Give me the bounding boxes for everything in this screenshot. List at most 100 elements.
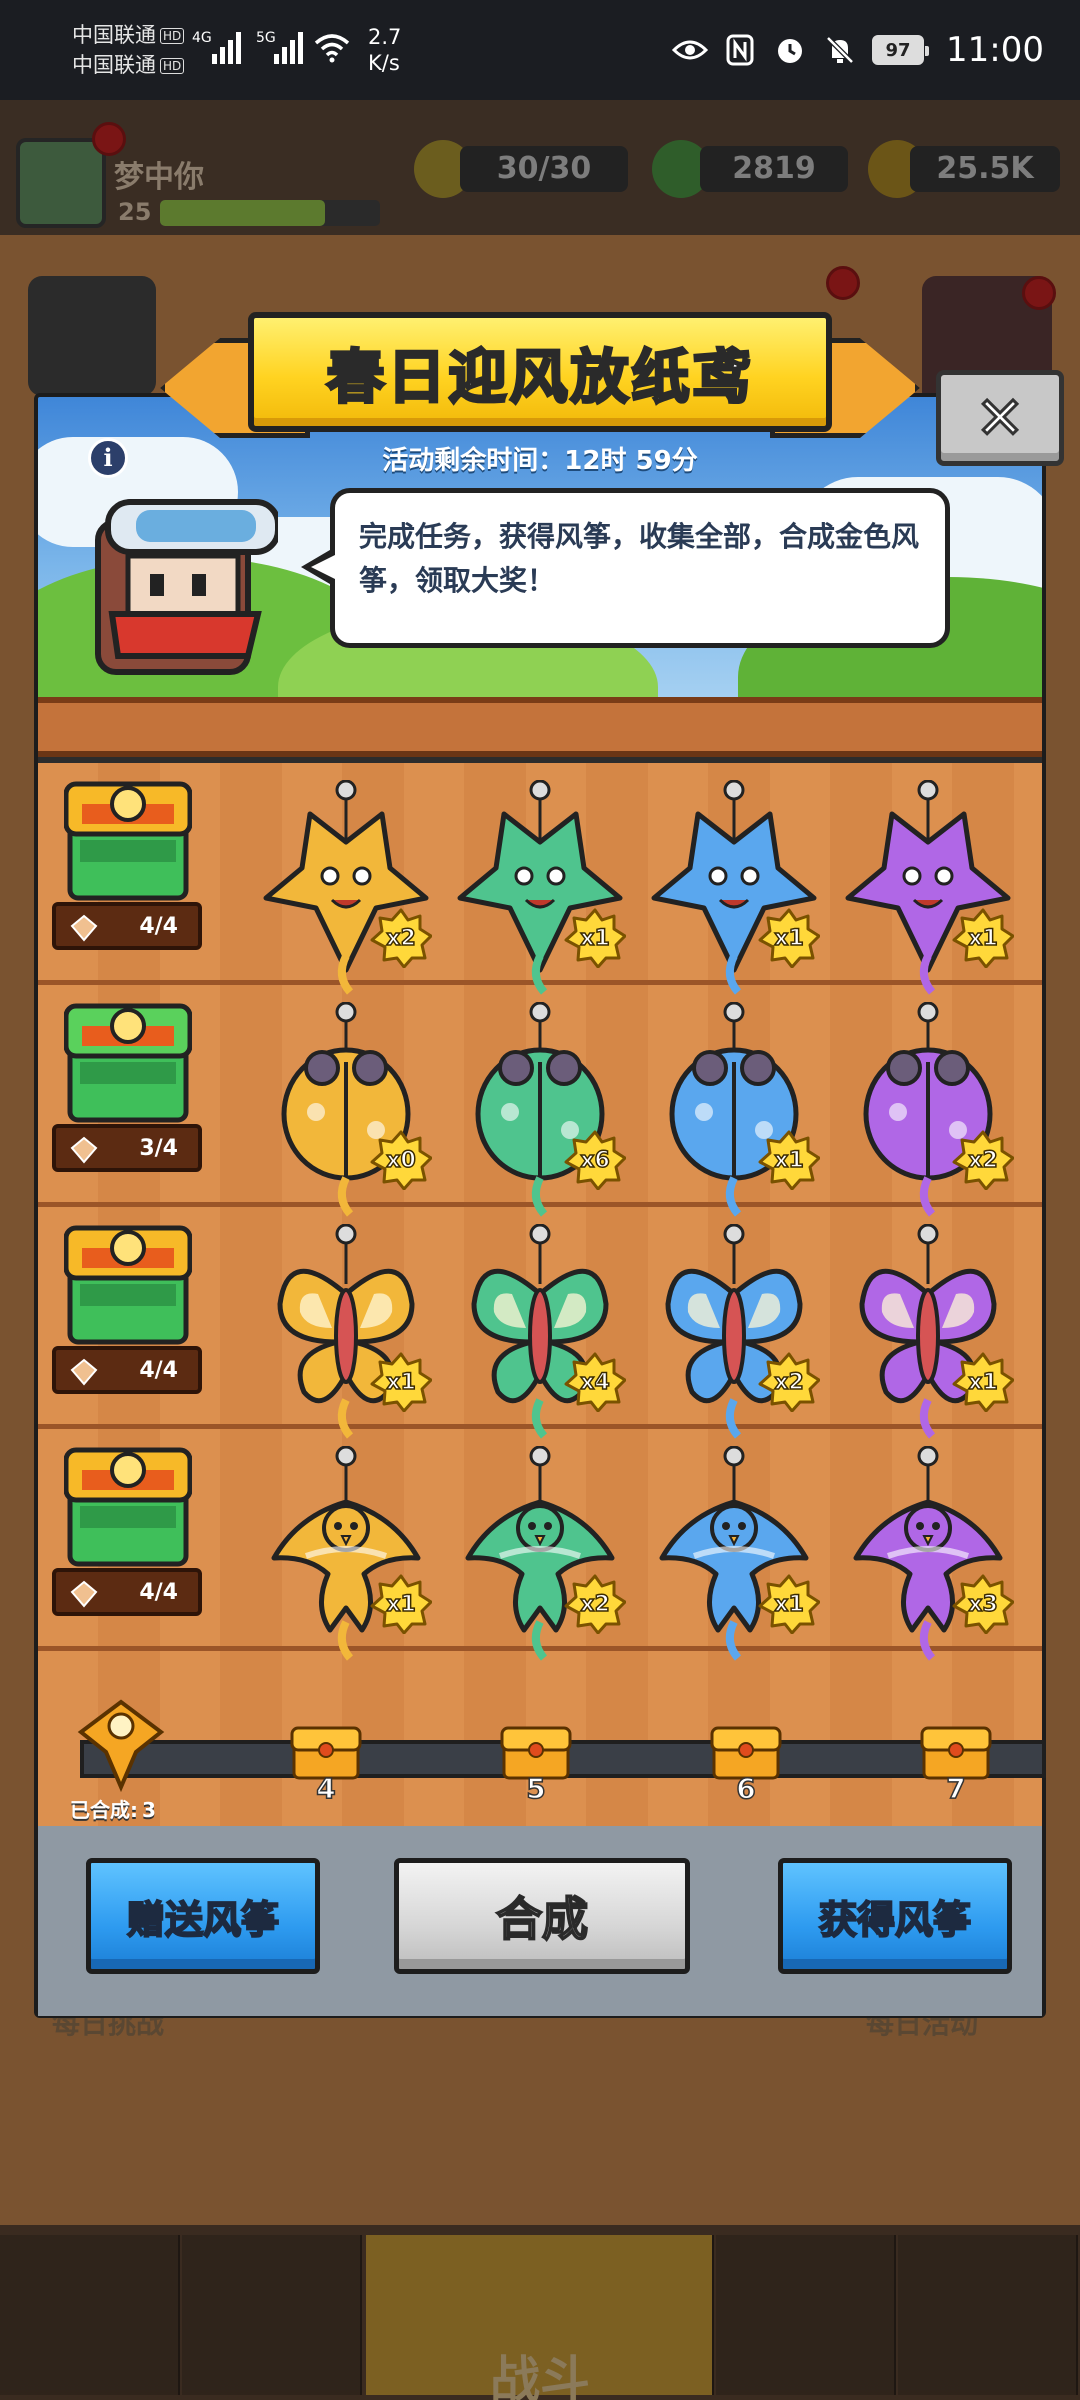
milestone-chest[interactable]: 5 [498, 1722, 574, 1806]
menu-icon [28, 276, 156, 396]
combine-button[interactable]: 合成 [394, 1858, 690, 1974]
nfc-icon [722, 32, 758, 68]
milestone-number: 5 [526, 1771, 547, 1806]
treasure-chest-icon [64, 1225, 192, 1345]
gold-counter: 25.5K [910, 146, 1060, 192]
kite-card[interactable]: x3 [840, 1446, 1016, 1661]
kite-count-badge: x4 [564, 1352, 626, 1412]
milestone-number: 7 [946, 1771, 967, 1806]
player-name: 梦中你 [114, 160, 204, 195]
row-progress-value: 4/4 [139, 1579, 178, 1605]
kite-card[interactable]: x2 [840, 1002, 1016, 1217]
player-avatar [16, 138, 106, 228]
row-reward-chest[interactable]: 4/4 [52, 1440, 202, 1626]
milestone-number: 6 [736, 1771, 757, 1806]
kite-count-badge: x1 [758, 1130, 820, 1190]
carrier-1: 中国联通 HD [72, 22, 185, 49]
hero-character [88, 486, 281, 696]
row-reward-chest[interactable]: 3/4 [52, 996, 202, 1182]
kite-count-badge: x1 [758, 1574, 820, 1634]
mute-bell-icon [822, 32, 858, 68]
notification-dot [826, 266, 860, 300]
kite-count-badge: x1 [564, 908, 626, 968]
signal-icon-2 [274, 30, 303, 64]
kite-count-badge: x3 [952, 1574, 1014, 1634]
close-button[interactable]: ✕ [936, 370, 1064, 466]
notification-dot [1022, 276, 1056, 310]
alarm-icon [772, 32, 808, 68]
nav-tab-shop [0, 2235, 180, 2395]
kite-card[interactable]: x1 [452, 780, 628, 995]
kite-card[interactable]: x1 [258, 1446, 434, 1661]
kite-mini-icon [70, 1580, 98, 1608]
kite-count-badge: x1 [758, 908, 820, 968]
xp-bar [160, 200, 380, 226]
row-reward-chest[interactable]: 4/4 [52, 774, 202, 960]
treasure-chest-icon [64, 1003, 192, 1123]
event-title-banner: 春日迎风放纸鸢 [160, 312, 920, 446]
treasure-chest-icon [64, 1447, 192, 1567]
wifi-icon [314, 30, 350, 66]
kite-count-badge: x2 [758, 1352, 820, 1412]
notification-dot [92, 122, 126, 156]
nav-fight-label: 战斗 [490, 2351, 590, 2400]
info-button[interactable]: i [88, 438, 128, 478]
combined-count-label: 已合成: 3 [70, 1798, 156, 1822]
row-progress-value: 4/4 [139, 1357, 178, 1383]
kite-count-badge: x1 [952, 908, 1014, 968]
kite-count-badge: x1 [952, 1352, 1014, 1412]
eye-icon [672, 32, 709, 68]
golden-kite-icon [66, 1692, 176, 1796]
kite-count-badge: x6 [564, 1130, 626, 1190]
player-level: 25 [118, 198, 152, 226]
kite-count-badge: x2 [952, 1130, 1014, 1190]
milestone-chest[interactable]: 6 [708, 1722, 784, 1806]
kite-count-badge: x2 [370, 908, 432, 968]
milestone-chest[interactable]: 7 [918, 1722, 994, 1806]
row-progress-tag: 4/4 [52, 902, 202, 950]
battery-indicator: 97 [872, 35, 930, 65]
nav-tab-upgrades [898, 2235, 1078, 2395]
instruction-speech-bubble: 完成任务，获得风筝，收集全部，合成金色风筝，领取大奖！ [330, 488, 950, 648]
network-type-1: 4G [192, 30, 212, 46]
kite-card[interactable]: x4 [452, 1224, 628, 1439]
kite-mini-icon [70, 1358, 98, 1386]
wooden-shelf [38, 697, 1042, 757]
kite-count-badge: x1 [370, 1352, 432, 1412]
nav-tab-skills [716, 2235, 896, 2395]
nav-tab-weapons [182, 2235, 362, 2395]
carrier-2: 中国联通 HD [72, 52, 185, 79]
kite-card[interactable]: x1 [840, 780, 1016, 995]
gem-counter: 2819 [700, 146, 848, 192]
kite-card[interactable]: x2 [452, 1446, 628, 1661]
close-icon: ✕ [974, 384, 1026, 452]
row-progress-value: 3/4 [139, 1135, 178, 1161]
kite-card[interactable]: x1 [646, 780, 822, 995]
kite-card[interactable]: x6 [452, 1002, 628, 1217]
energy-counter: 30/30 [460, 146, 628, 192]
kite-card[interactable]: x2 [646, 1224, 822, 1439]
network-speed: 2.7 K/s [368, 25, 402, 75]
kite-card[interactable]: x2 [258, 780, 434, 995]
gift-kite-button[interactable]: 赠送风筝 [86, 1858, 320, 1974]
treasure-chest-icon [64, 781, 192, 901]
event-title: 春日迎风放纸鸢 [325, 342, 754, 413]
row-reward-chest[interactable]: 4/4 [52, 1218, 202, 1404]
kite-card[interactable]: x0 [258, 1002, 434, 1217]
row-progress-value: 4/4 [139, 913, 178, 939]
row-progress-tag: 4/4 [52, 1346, 202, 1394]
event-timer: 活动剩余时间：12时 59分 [382, 446, 698, 476]
kite-count-badge: x2 [564, 1574, 626, 1634]
kite-card[interactable]: x1 [840, 1224, 1016, 1439]
kite-count-badge: x1 [370, 1574, 432, 1634]
kite-card[interactable]: x1 [646, 1002, 822, 1217]
kite-mini-icon [70, 1136, 98, 1164]
milestone-chest[interactable]: 4 [288, 1722, 364, 1806]
obtain-kite-button[interactable]: 获得风筝 [778, 1858, 1012, 1974]
kite-card[interactable]: x1 [646, 1446, 822, 1661]
network-type-2: 5G [256, 30, 276, 46]
kite-count-badge: x0 [370, 1130, 432, 1190]
row-progress-tag: 4/4 [52, 1568, 202, 1616]
kite-card[interactable]: x1 [258, 1224, 434, 1439]
kite-mini-icon [70, 914, 98, 942]
